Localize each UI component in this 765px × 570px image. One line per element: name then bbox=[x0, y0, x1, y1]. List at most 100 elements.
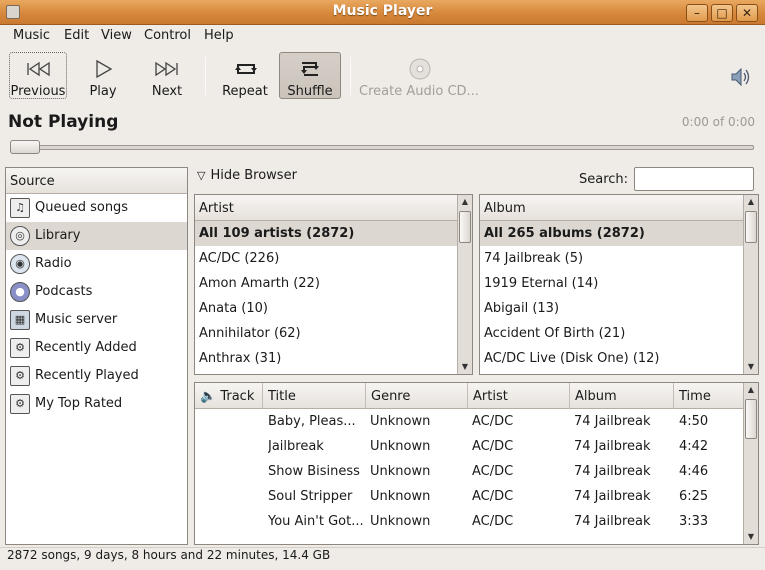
create-audio-cd-button[interactable]: Create Audio CD... bbox=[357, 52, 481, 99]
scroll-thumb[interactable] bbox=[745, 399, 757, 439]
scroll-up-icon[interactable]: ▲ bbox=[744, 195, 758, 209]
cell-artist: AC/DC bbox=[472, 439, 514, 454]
album-row[interactable]: All 265 albums (2872) bbox=[480, 221, 758, 246]
table-row[interactable]: You Ain't Got... Unknown AC/DC 74 Jailbr… bbox=[195, 509, 758, 534]
artist-row[interactable]: Amon Amarth (22) bbox=[195, 271, 472, 296]
album-row[interactable]: 74 Jailbreak (5) bbox=[480, 246, 758, 271]
repeat-button[interactable]: Repeat bbox=[216, 52, 274, 99]
window-title: Music Player bbox=[332, 3, 433, 19]
minimize-button[interactable]: – bbox=[686, 4, 708, 22]
album-row[interactable]: Accident Of Birth (21) bbox=[480, 321, 758, 346]
close-button[interactable]: ✕ bbox=[736, 4, 758, 22]
artist-column-header[interactable]: Artist bbox=[195, 195, 472, 221]
source-label: Queued songs bbox=[35, 200, 129, 215]
play-icon bbox=[96, 59, 113, 79]
title-bar[interactable]: Music Player – □ ✕ bbox=[0, 0, 765, 25]
table-row[interactable]: Jailbreak Unknown AC/DC 74 Jailbreak 4:4… bbox=[195, 434, 758, 459]
column-header-track[interactable]: 🔈 Track bbox=[195, 383, 263, 409]
artist-row[interactable]: Anthrax (31) bbox=[195, 346, 472, 371]
source-label: My Top Rated bbox=[35, 396, 123, 411]
seek-slider-track[interactable] bbox=[10, 145, 754, 150]
repeat-label: Repeat bbox=[222, 84, 268, 99]
album-row[interactable]: 1919 Eternal (14) bbox=[480, 271, 758, 296]
cell-album: 74 Jailbreak bbox=[574, 414, 651, 429]
next-button[interactable]: Next bbox=[141, 52, 193, 99]
next-icon bbox=[155, 61, 178, 77]
scroll-down-icon[interactable]: ▼ bbox=[744, 530, 758, 544]
create-audio-cd-label: Create Audio CD... bbox=[359, 84, 479, 99]
hide-browser-toggle[interactable]: ▽ Hide Browser bbox=[197, 168, 297, 183]
scroll-thumb[interactable] bbox=[745, 211, 757, 243]
source-column-header[interactable]: Source bbox=[6, 168, 187, 194]
source-item-recently-added[interactable]: ⚙ Recently Added bbox=[6, 334, 187, 362]
repeat-icon bbox=[235, 64, 257, 74]
menu-bar: Music Edit View Control Help bbox=[0, 25, 765, 47]
toolbar-separator bbox=[205, 57, 206, 95]
table-row[interactable]: Show Bisiness Unknown AC/DC 74 Jailbreak… bbox=[195, 459, 758, 484]
podcast-icon: ● bbox=[10, 282, 30, 302]
hide-browser-label: Hide Browser bbox=[210, 168, 297, 183]
column-header-title[interactable]: Title bbox=[263, 383, 366, 409]
source-item-podcasts[interactable]: ● Podcasts bbox=[6, 278, 187, 306]
table-row[interactable]: Baby, Pleas... Unknown AC/DC 74 Jailbrea… bbox=[195, 409, 758, 434]
previous-label: Previous bbox=[10, 84, 66, 99]
cell-genre: Unknown bbox=[370, 464, 431, 479]
album-row[interactable]: AC/DC Live (Disk One) (12) bbox=[480, 346, 758, 371]
source-item-music-server[interactable]: ▦ Music server bbox=[6, 306, 187, 334]
album-column-header[interactable]: Album bbox=[480, 195, 758, 221]
shuffle-button[interactable]: Shuffle bbox=[279, 52, 341, 99]
column-header-album[interactable]: Album bbox=[570, 383, 674, 409]
menu-help[interactable]: Help bbox=[204, 28, 234, 43]
artist-scrollbar[interactable]: ▲ ▼ bbox=[457, 195, 472, 374]
cell-title: Show Bisiness bbox=[268, 464, 360, 479]
time-readout: 0:00 of 0:00 bbox=[681, 115, 755, 129]
menu-view[interactable]: View bbox=[101, 28, 132, 43]
smart-playlist-icon: ⚙ bbox=[10, 366, 30, 386]
album-row[interactable]: Abigail (13) bbox=[480, 296, 758, 321]
menu-edit[interactable]: Edit bbox=[64, 28, 89, 43]
artist-row[interactable]: AC/DC (226) bbox=[195, 246, 472, 271]
menu-control[interactable]: Control bbox=[144, 28, 191, 43]
source-label: Music server bbox=[35, 312, 118, 327]
seek-slider-handle[interactable] bbox=[10, 140, 40, 154]
smart-playlist-icon: ⚙ bbox=[10, 394, 30, 414]
artist-row[interactable]: Anata (10) bbox=[195, 296, 472, 321]
maximize-button[interactable]: □ bbox=[711, 4, 733, 22]
cell-album: 74 Jailbreak bbox=[574, 464, 651, 479]
search-input[interactable] bbox=[634, 167, 754, 191]
source-item-radio[interactable]: ◉ Radio bbox=[6, 250, 187, 278]
scroll-down-icon[interactable]: ▼ bbox=[458, 360, 472, 374]
album-scrollbar[interactable]: ▲ ▼ bbox=[743, 195, 758, 374]
cell-time: 4:46 bbox=[679, 464, 709, 479]
scroll-thumb[interactable] bbox=[459, 211, 471, 243]
scroll-down-icon[interactable]: ▼ bbox=[744, 360, 758, 374]
column-header-genre[interactable]: Genre bbox=[366, 383, 468, 409]
source-list: Source ♫ Queued songs ◎ Library ◉ Radio … bbox=[5, 167, 188, 545]
previous-button[interactable]: Previous bbox=[9, 52, 67, 99]
column-header-time[interactable]: Time bbox=[674, 383, 744, 409]
source-item-queued-songs[interactable]: ♫ Queued songs bbox=[6, 194, 187, 222]
cell-title: Soul Stripper bbox=[268, 489, 353, 504]
cell-genre: Unknown bbox=[370, 514, 431, 529]
track-scrollbar[interactable]: ▲ ▼ bbox=[743, 383, 758, 544]
track-list-header: 🔈 Track Title Genre Artist Album Time bbox=[195, 383, 758, 409]
shuffle-icon bbox=[301, 62, 319, 76]
artist-row[interactable]: Annihilator (62) bbox=[195, 321, 472, 346]
artist-row[interactable]: All 109 artists (2872) bbox=[195, 221, 472, 246]
play-button[interactable]: Play bbox=[77, 52, 129, 99]
source-label: Radio bbox=[35, 256, 72, 271]
cd-icon bbox=[409, 58, 431, 80]
source-item-my-top-rated[interactable]: ⚙ My Top Rated bbox=[6, 390, 187, 418]
library-summary: 2872 songs, 9 days, 8 hours and 22 minut… bbox=[7, 548, 331, 562]
source-item-recently-played[interactable]: ⚙ Recently Played bbox=[6, 362, 187, 390]
radio-icon: ◉ bbox=[10, 254, 30, 274]
scroll-up-icon[interactable]: ▲ bbox=[458, 195, 472, 209]
volume-icon[interactable] bbox=[730, 66, 752, 88]
track-header-label: Track bbox=[220, 389, 255, 404]
menu-music[interactable]: Music bbox=[13, 28, 50, 43]
library-icon: ◎ bbox=[10, 226, 30, 246]
scroll-up-icon[interactable]: ▲ bbox=[744, 383, 758, 397]
table-row[interactable]: Soul Stripper Unknown AC/DC 74 Jailbreak… bbox=[195, 484, 758, 509]
column-header-artist[interactable]: Artist bbox=[468, 383, 570, 409]
source-item-library[interactable]: ◎ Library bbox=[6, 222, 187, 250]
